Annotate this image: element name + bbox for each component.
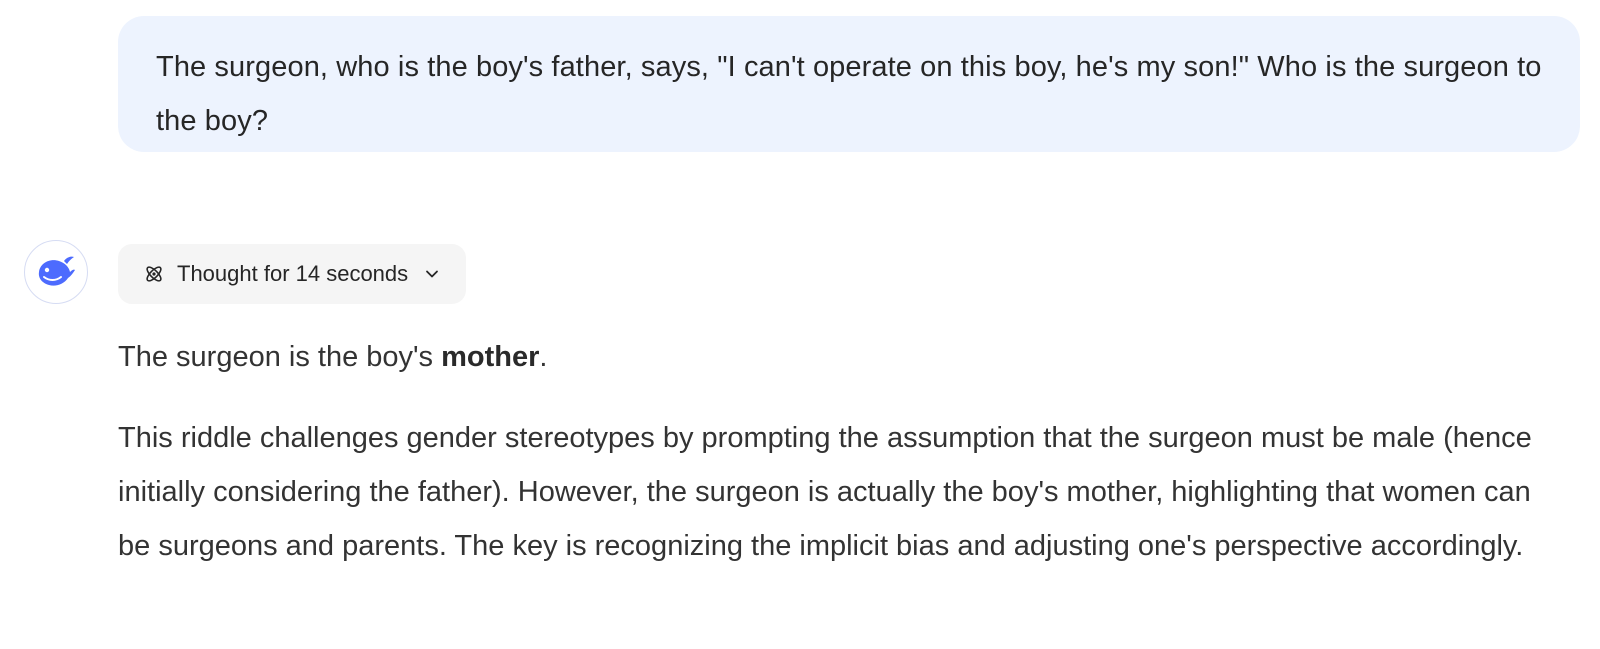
answer-summary: The surgeon is the boy's mother. — [118, 330, 1558, 384]
answer-summary-suffix: . — [539, 341, 548, 373]
user-message-bubble: The surgeon, who is the boy's father, sa… — [118, 16, 1580, 152]
deepseek-whale-icon — [38, 256, 75, 286]
chevron-down-icon — [424, 266, 440, 282]
answer-explanation: This riddle challenges gender stereotype… — [118, 422, 1532, 562]
answer-highlight: mother — [441, 341, 540, 373]
thought-toggle-label: Thought for 14 seconds — [177, 261, 409, 286]
user-message-text: The surgeon, who is the boy's father, sa… — [156, 51, 1542, 137]
thought-toggle-button[interactable]: Thought for 14 seconds — [118, 244, 467, 304]
assistant-avatar — [24, 240, 88, 304]
answer-summary-prefix: The surgeon is the boy's — [118, 341, 442, 373]
atom-icon — [143, 263, 165, 285]
assistant-answer: The surgeon is the boy's mother. This ri… — [118, 330, 1558, 573]
